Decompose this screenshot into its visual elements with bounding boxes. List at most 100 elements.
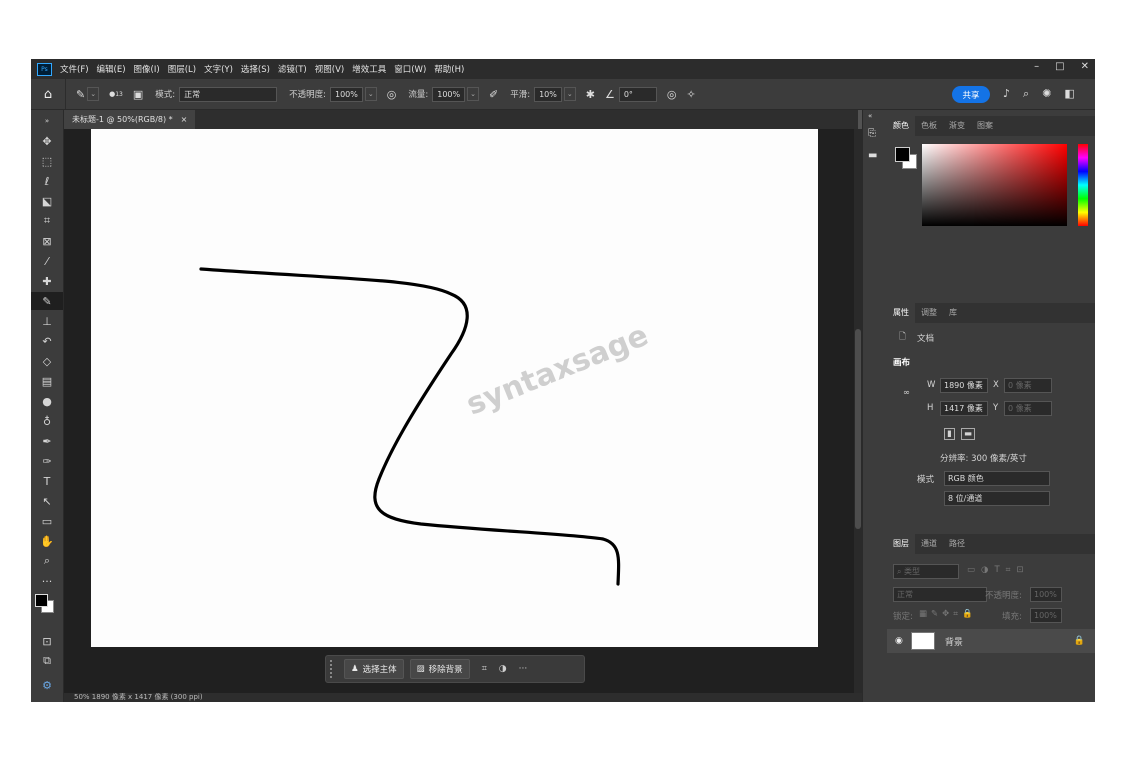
color-picker-field[interactable] (922, 144, 1067, 226)
chevron-down-icon[interactable]: ⌄ (467, 87, 479, 101)
menu-type[interactable]: 文字(Y) (204, 63, 233, 75)
edit-toolbar-icon[interactable]: ⚙ (31, 676, 63, 694)
pen-tool-icon[interactable]: ✒ (31, 432, 63, 450)
collapse-icon[interactable]: « (868, 112, 872, 120)
menu-image[interactable]: 图像(I) (134, 63, 160, 75)
vertical-scrollbar[interactable] (854, 129, 862, 693)
zoom-tool-icon[interactable]: ⌕ (31, 552, 63, 570)
brush-settings-icon[interactable]: ▣ (133, 88, 143, 101)
layer-opacity-input[interactable]: 100% (1030, 587, 1062, 602)
drag-handle-icon[interactable] (330, 660, 338, 678)
link-icon[interactable]: ∞ (903, 388, 910, 398)
document-tab[interactable]: 未标题-1 @ 50%(RGB/8) * × (64, 110, 196, 129)
gradient-tool-icon[interactable]: ▤ (31, 372, 63, 390)
pressure-opacity-icon[interactable]: ◎ (387, 88, 397, 101)
dodge-tool-icon[interactable]: ♁ (31, 412, 63, 430)
canvas-section-title[interactable]: 画布 (893, 356, 910, 368)
healing-brush-tool-icon[interactable]: ✚ (31, 272, 63, 290)
menu-select[interactable]: 选择(S) (241, 63, 270, 75)
screen-mode-icon[interactable]: ⧉ (31, 652, 63, 670)
more-tools-icon[interactable]: ··· (31, 572, 63, 590)
smoothing-input[interactable]: 10% (534, 86, 562, 102)
collapse-icon[interactable]: » (31, 112, 63, 130)
width-input[interactable]: 1890 像素 (940, 378, 988, 393)
path-select-tool-icon[interactable]: ↖ (31, 492, 63, 510)
foreground-color-swatch[interactable] (35, 594, 48, 607)
freeform-pen-tool-icon[interactable]: ✑ (31, 452, 63, 470)
menu-view[interactable]: 视图(V) (315, 63, 344, 75)
chevron-down-icon[interactable]: ⌄ (364, 87, 377, 101)
menu-layer[interactable]: 图层(L) (168, 63, 196, 75)
gear-icon[interactable]: ✱ (586, 88, 595, 101)
minimize-icon[interactable]: – (1034, 61, 1039, 72)
close-icon[interactable]: × (181, 115, 188, 124)
menu-filter[interactable]: 滤镜(T) (278, 63, 307, 75)
crop-tool-icon[interactable]: ⌗ (31, 212, 63, 230)
layer-row-background[interactable]: ◉ 背景 🔒 (887, 629, 1095, 653)
menu-plugins[interactable]: 增效工具 (352, 63, 386, 75)
color-mode-select[interactable]: RGB 颜色 (944, 471, 1050, 486)
lightbulb-icon[interactable]: ✺ (1042, 87, 1051, 101)
tab-color[interactable]: 颜色 (887, 116, 915, 136)
x-input[interactable]: 0 像素 (1004, 378, 1052, 393)
lasso-tool-icon[interactable]: ℓ (31, 172, 63, 190)
eye-icon[interactable]: ◉ (895, 636, 903, 646)
adjust-icon[interactable]: ◑ (499, 664, 507, 674)
brush-tool-preset-icon[interactable]: ✎ (76, 88, 85, 101)
tab-swatches[interactable]: 色板 (915, 116, 943, 136)
blend-mode-select[interactable]: 正常 (893, 587, 987, 602)
search-icon[interactable]: ⌕ (1023, 87, 1029, 101)
share-button[interactable]: 共享 (952, 86, 990, 103)
menu-edit[interactable]: 编辑(E) (97, 63, 126, 75)
document-canvas[interactable]: syntaxsage (91, 129, 818, 647)
lock-icons[interactable]: ▦✎✥⌗🔒 (919, 609, 977, 619)
tab-properties[interactable]: 属性 (887, 303, 915, 323)
layer-filter-icons[interactable]: ▭◑T⌗⊡ (967, 565, 1030, 575)
brush-size-icon[interactable]: ●13 (109, 90, 123, 98)
hand-tool-icon[interactable]: ✋ (31, 532, 63, 550)
hue-slider[interactable] (1078, 144, 1088, 226)
symmetry-icon[interactable]: ✧ (686, 88, 695, 101)
menu-help[interactable]: 帮助(H) (434, 63, 464, 75)
tab-gradients[interactable]: 渐变 (943, 116, 971, 136)
marquee-tool-icon[interactable]: ⬚ (31, 152, 63, 170)
select-subject-button[interactable]: ♟ 选择主体 (344, 659, 404, 679)
airbrush-icon[interactable]: ✐ (489, 88, 498, 101)
maximize-icon[interactable]: □ (1055, 61, 1064, 72)
tab-patterns[interactable]: 图案 (971, 116, 999, 136)
blur-tool-icon[interactable]: ● (31, 392, 63, 410)
home-icon[interactable]: ⌂ (31, 79, 66, 109)
y-input[interactable]: 0 像素 (1004, 401, 1052, 416)
chevron-down-icon[interactable]: ⌄ (563, 87, 576, 101)
flow-input[interactable]: 100% (432, 86, 466, 102)
close-icon[interactable]: ✕ (1081, 61, 1089, 72)
foreground-color-swatch[interactable] (895, 147, 910, 162)
chevron-down-icon[interactable]: ⌄ (87, 87, 100, 101)
tab-adjustments[interactable]: 调整 (915, 303, 943, 323)
opacity-input[interactable]: 100% (330, 86, 363, 102)
move-tool-icon[interactable]: ✥ (31, 132, 63, 150)
height-input[interactable]: 1417 像素 (940, 401, 988, 416)
eraser-tool-icon[interactable]: ◇ (31, 352, 63, 370)
angle-input[interactable]: 0° (618, 86, 657, 102)
mode-select[interactable]: 正常 (179, 86, 278, 102)
portrait-icon[interactable]: ▮ (944, 428, 955, 440)
menu-window[interactable]: 窗口(W) (394, 63, 426, 75)
tab-channels[interactable]: 通道 (915, 534, 943, 554)
scrollbar-thumb[interactable] (855, 329, 861, 529)
history-icon[interactable]: ⎘ (868, 128, 876, 139)
brush-tool-icon[interactable]: ✎ (31, 292, 63, 310)
menu-file[interactable]: 文件(F) (60, 63, 89, 75)
more-options-icon[interactable]: ··· (519, 664, 528, 674)
crop-icon[interactable]: ⌗ (482, 664, 487, 674)
comment-icon[interactable]: ▬ (868, 150, 877, 161)
tab-libraries[interactable]: 库 (943, 303, 963, 323)
pressure-size-icon[interactable]: ◎ (667, 88, 677, 101)
landscape-icon[interactable]: ▬ (961, 428, 976, 440)
type-tool-icon[interactable]: T (31, 472, 63, 490)
workspace-icon[interactable]: ◧ (1064, 87, 1074, 101)
bell-icon[interactable]: ♪ (1003, 87, 1010, 101)
frame-tool-icon[interactable]: ⊠ (31, 232, 63, 250)
layer-filter-input[interactable]: ⌕ 类型 (893, 564, 959, 579)
remove-background-button[interactable]: ▨ 移除背景 (409, 659, 470, 679)
